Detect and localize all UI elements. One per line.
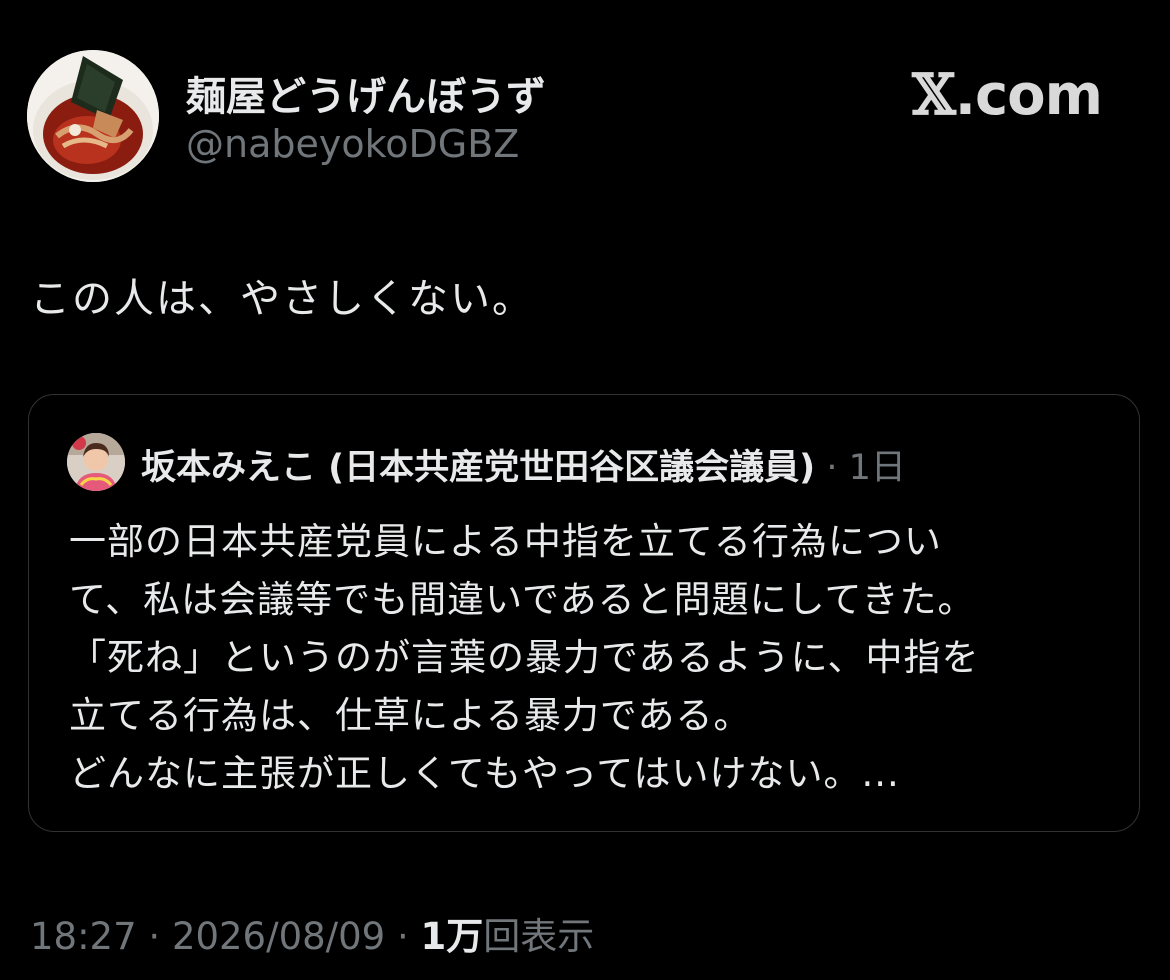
quoted-tweet[interactable]: 坂本みえこ (日本共産党世田谷区議会議員) · 1日 一部の日本共産党員による中… (28, 394, 1140, 832)
views-count: 1万 (420, 915, 484, 958)
meta-separator: · (136, 915, 172, 958)
x-logo: 𝕏.com (912, 62, 1103, 128)
ramen-bowl-avatar-icon (27, 50, 159, 182)
quoted-timestamp[interactable]: 1日 (849, 448, 906, 488)
quoted-text-line: 立てる行為は、仕草による暴力である。 (69, 694, 752, 737)
author-display-name[interactable]: 麺屋どうげんぼうず (186, 64, 546, 122)
quoted-separator: · (815, 448, 849, 488)
quoted-text-line: 一部の日本共産党員による中指を立てる行為につい (69, 520, 942, 563)
post-time[interactable]: 18:27 (30, 915, 137, 958)
quoted-author-name[interactable]: 坂本みえこ (日本共産党世田谷区議会議員) (141, 448, 815, 488)
meta-separator: · (385, 915, 421, 958)
post-date[interactable]: 2026/08/09 (172, 915, 385, 958)
person-avatar-icon (67, 433, 125, 491)
author-handle[interactable]: @nabeyokoDGBZ (186, 122, 519, 166)
views-label: 回表示 (483, 915, 595, 958)
author-avatar[interactable] (27, 50, 159, 182)
quoted-header: 坂本みえこ (日本共産党世田谷区議会議員) · 1日 (141, 439, 906, 490)
tweet-meta: 18:27 · 2026/08/09 · 1万回表示 (30, 906, 594, 960)
quoted-text: 一部の日本共産党員による中指を立てる行為につい て、私は会議等でも間違いであると… (69, 513, 1109, 803)
tweet-text: この人は、やさしくない。 (30, 276, 534, 322)
x-logo-suffix: .com (954, 63, 1103, 128)
tweet-card: 麺屋どうげんぼうず @nabeyokoDGBZ 𝕏.com この人は、やさしくな… (0, 0, 1170, 980)
quoted-text-line: て、私は会議等でも間違いであると問題にしてきた。 (69, 578, 976, 621)
quoted-text-line: どんなに主張が正しくてもやってはいけない。... (69, 752, 900, 795)
quoted-author-avatar[interactable] (67, 433, 125, 491)
x-icon: 𝕏 (912, 62, 955, 128)
quoted-text-line: 「死ね」というのが言葉の暴力であるように、中指を (69, 636, 980, 679)
